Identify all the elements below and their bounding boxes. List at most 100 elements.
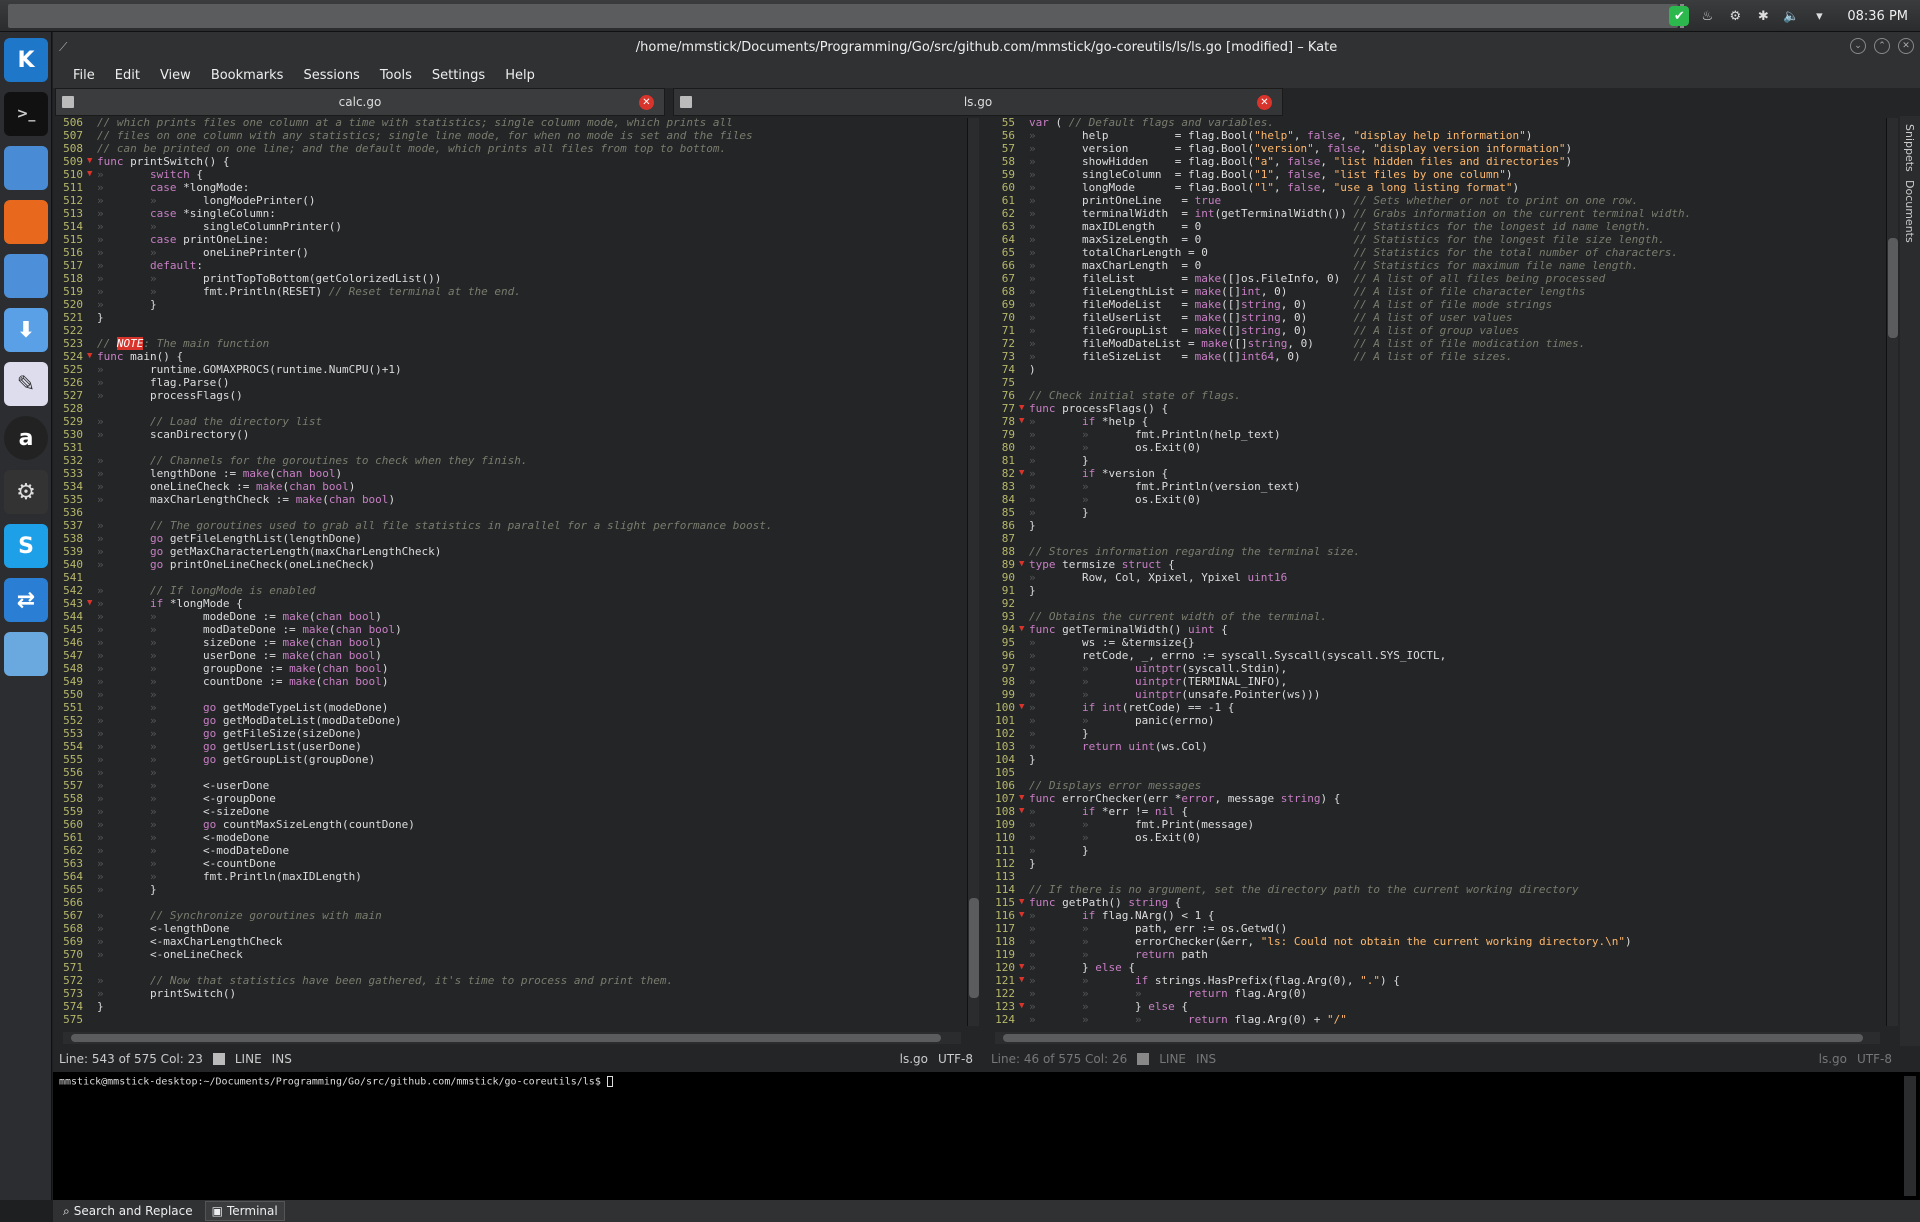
code-line[interactable]: 82 ▼» if *version {	[985, 467, 1882, 480]
code-text[interactable]: » fileGroupList = make([]string, 0) // A…	[1029, 324, 1519, 337]
line-number[interactable]: 88	[985, 545, 1019, 558]
code-line[interactable]: 114 // If there is no argument, set the d…	[985, 883, 1882, 896]
code-line[interactable]: 76 // Check initial state of flags.	[985, 389, 1882, 402]
code-text[interactable]: }	[1029, 857, 1036, 870]
code-text[interactable]: » maxIDLength = 0 // Statistics for the …	[1029, 220, 1652, 233]
line-number[interactable]: 549	[53, 675, 87, 688]
code-line[interactable]: 552 » » go getModDateList(modDateDone)	[53, 714, 963, 727]
code-line[interactable]: 514 » » singleColumnPrinter()	[53, 220, 963, 233]
code-text[interactable]: )	[1029, 363, 1036, 376]
code-line[interactable]: 111 » }	[985, 844, 1882, 857]
line-number[interactable]: 544	[53, 610, 87, 623]
code-line[interactable]: 545 » » modDateDone := make(chan bool)	[53, 623, 963, 636]
code-line[interactable]: 120 ▼» } else {	[985, 961, 1882, 974]
line-number[interactable]: 558	[53, 792, 87, 805]
right-editor-pane[interactable]: 55 var ( // Default flags and variables. 5…	[985, 116, 1900, 1046]
code-line[interactable]: 57 » version = flag.Bool("version", false…	[985, 142, 1882, 155]
menu-tools[interactable]: Tools	[370, 68, 422, 83]
code-text[interactable]: » showHidden = flag.Bool("a", false, "li…	[1029, 155, 1572, 168]
taskbar[interactable]	[8, 4, 1678, 28]
line-number[interactable]: 71	[985, 324, 1019, 337]
code-line[interactable]: 56 » help = flag.Bool("help", false, "dis…	[985, 129, 1882, 142]
line-number[interactable]: 556	[53, 766, 87, 779]
code-text[interactable]: » oneLineCheck := make(chan bool)	[97, 480, 355, 493]
code-text[interactable]: » » panic(errno)	[1029, 714, 1214, 727]
code-view[interactable]: 55 var ( // Default flags and variables. 5…	[985, 116, 1882, 1030]
code-text[interactable]: » »	[97, 688, 157, 701]
code-line[interactable]: 530 » scanDirectory()	[53, 428, 963, 441]
fold-marker-icon[interactable]: ▼	[1019, 909, 1029, 922]
input-mode[interactable]: INS	[272, 1052, 292, 1066]
line-number[interactable]: 569	[53, 935, 87, 948]
code-text[interactable]: » } else {	[1029, 961, 1135, 974]
code-line[interactable]: 557 » » <-userDone	[53, 779, 963, 792]
line-number[interactable]: 76	[985, 389, 1019, 402]
line-number[interactable]: 74	[985, 363, 1019, 376]
code-line[interactable]: 106 // Displays error messages	[985, 779, 1882, 792]
code-line[interactable]: 540 » go printOneLineCheck(oneLineCheck)	[53, 558, 963, 571]
code-line[interactable]: 78 ▼» if *help {	[985, 415, 1882, 428]
volume-icon[interactable]: 🔈	[1781, 6, 1801, 26]
line-number[interactable]: 109	[985, 818, 1019, 831]
line-number[interactable]: 70	[985, 311, 1019, 324]
fold-marker-icon[interactable]: ▼	[87, 597, 97, 610]
code-line[interactable]: 536	[53, 506, 963, 519]
file-type[interactable]: ls.go	[900, 1052, 928, 1066]
code-text[interactable]: » » fmt.Print(message)	[1029, 818, 1254, 831]
line-number[interactable]: 118	[985, 935, 1019, 948]
line-number[interactable]: 537	[53, 519, 87, 532]
fold-marker-icon[interactable]: ▼	[1019, 623, 1029, 636]
line-number[interactable]: 96	[985, 649, 1019, 662]
code-line[interactable]: 531	[53, 441, 963, 454]
steam-icon[interactable]: ♨	[1697, 6, 1717, 26]
code-text[interactable]: func getPath() string {	[1029, 896, 1181, 909]
line-number[interactable]: 59	[985, 168, 1019, 181]
code-line[interactable]: 568 » <-lengthDone	[53, 922, 963, 935]
code-line[interactable]: 69 » fileModeList = make([]string, 0) // …	[985, 298, 1882, 311]
code-line[interactable]: 562 » » <-modDateDone	[53, 844, 963, 857]
maximize-icon[interactable]: ⌃	[1874, 38, 1890, 54]
code-line[interactable]: 95 » ws := &termsize{}	[985, 636, 1882, 649]
code-line[interactable]: 573 » printSwitch()	[53, 987, 963, 1000]
code-line[interactable]: 508 // can be printed on one line; and th…	[53, 142, 963, 155]
line-number[interactable]: 55	[985, 116, 1019, 129]
line-number[interactable]: 571	[53, 961, 87, 974]
code-text[interactable]: func errorChecker(err *error, message st…	[1029, 792, 1340, 805]
code-text[interactable]: » }	[97, 883, 157, 896]
fold-marker-icon[interactable]: ▼	[1019, 805, 1029, 818]
code-text[interactable]: }	[97, 311, 104, 324]
code-line[interactable]: 105	[985, 766, 1882, 779]
code-text[interactable]: // Obtains the current width of the term…	[1029, 610, 1327, 623]
code-text[interactable]: » // Channels for the goroutines to chec…	[97, 454, 527, 467]
fold-marker-icon[interactable]: ▼	[1019, 415, 1029, 428]
line-number[interactable]: 530	[53, 428, 87, 441]
line-number[interactable]: 81	[985, 454, 1019, 467]
code-text[interactable]: » maxSizeLength = 0 // Statistics for th…	[1029, 233, 1665, 246]
code-text[interactable]: » <-lengthDone	[97, 922, 229, 935]
line-number[interactable]: 570	[53, 948, 87, 961]
line-number[interactable]: 56	[985, 129, 1019, 142]
code-text[interactable]: » printSwitch()	[97, 987, 236, 1000]
line-number[interactable]: 510	[53, 168, 87, 181]
line-number[interactable]: 95	[985, 636, 1019, 649]
vertical-scrollbar[interactable]	[967, 118, 979, 1026]
line-number[interactable]: 525	[53, 363, 87, 376]
code-line[interactable]: 100 ▼» if int(retCode) == -1 {	[985, 701, 1882, 714]
line-number[interactable]: 506	[53, 116, 87, 129]
code-text[interactable]: » fileLengthList = make([]int, 0) // A l…	[1029, 285, 1585, 298]
line-number[interactable]: 552	[53, 714, 87, 727]
selection-mode[interactable]: LINE	[1159, 1052, 1186, 1066]
line-number[interactable]: 541	[53, 571, 87, 584]
line-number[interactable]: 75	[985, 376, 1019, 389]
menu-help[interactable]: Help	[495, 68, 545, 83]
code-text[interactable]: // Check initial state of flags.	[1029, 389, 1241, 402]
line-number[interactable]: 518	[53, 272, 87, 285]
code-text[interactable]: // Displays error messages	[1029, 779, 1201, 792]
code-text[interactable]: » » sizeDone := make(chan bool)	[97, 636, 382, 649]
terminal-button[interactable]: ▣ Terminal	[204, 1201, 285, 1221]
code-line[interactable]: 550 » »	[53, 688, 963, 701]
code-text[interactable]: » » uintptr(unsafe.Pointer(ws)))	[1029, 688, 1320, 701]
code-text[interactable]: }	[97, 1000, 104, 1013]
line-number[interactable]: 528	[53, 402, 87, 415]
line-number[interactable]: 113	[985, 870, 1019, 883]
